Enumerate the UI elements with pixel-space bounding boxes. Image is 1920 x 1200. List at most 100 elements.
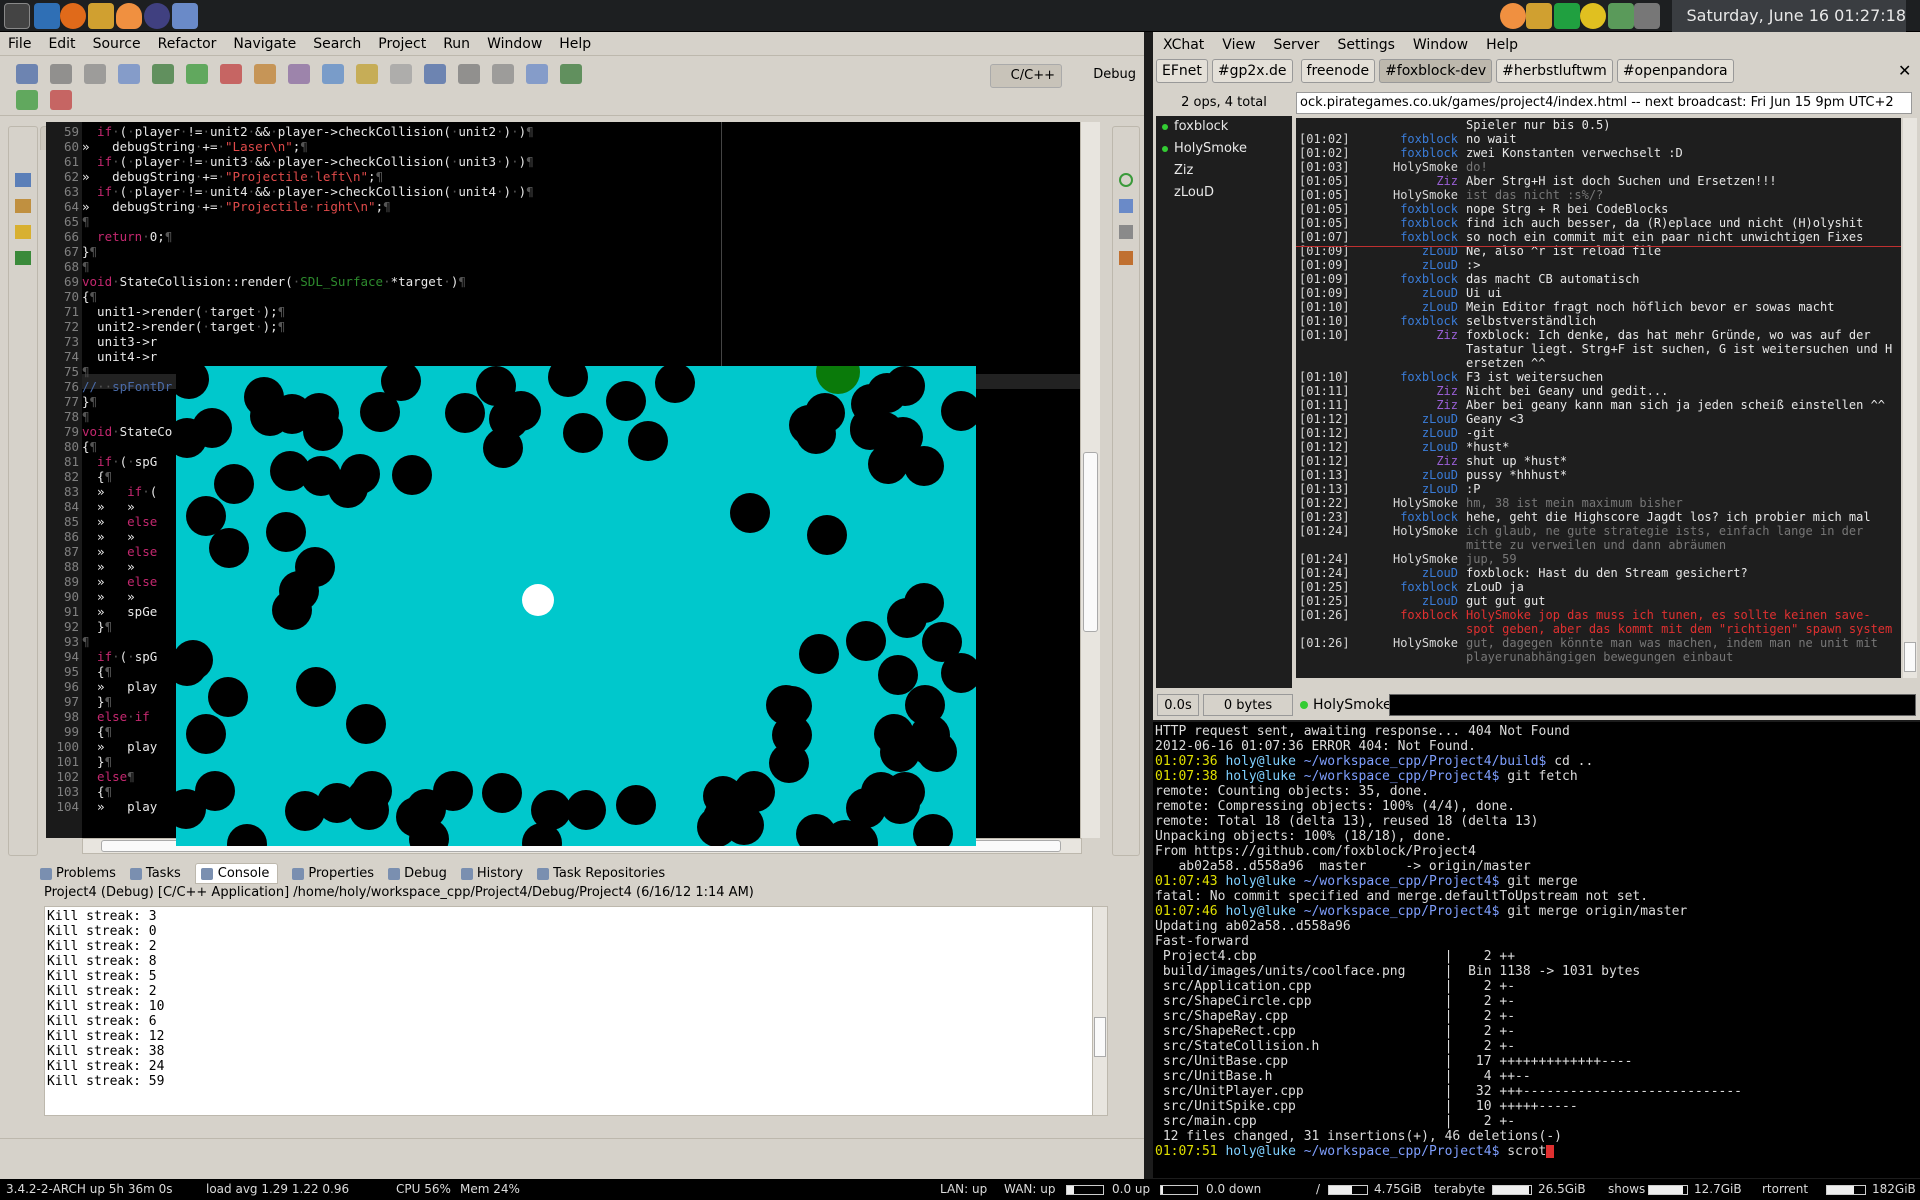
outline-view-icon[interactable] — [1119, 173, 1133, 187]
xchat-menu-help[interactable]: Help — [1486, 37, 1518, 53]
xchat-menu-xchat[interactable]: XChat — [1163, 37, 1204, 53]
menu-navigate[interactable]: Navigate — [233, 36, 296, 52]
types-icon[interactable] — [1119, 199, 1133, 213]
message-nick[interactable]: foxblock — [1348, 132, 1458, 146]
channel-tab-herbstluftwm[interactable]: #herbstluftwm — [1496, 59, 1613, 83]
search-icon[interactable] — [458, 64, 480, 84]
save-icon[interactable] — [50, 64, 72, 84]
message-nick[interactable]: foxblock — [1348, 202, 1458, 216]
menu-window[interactable]: Window — [487, 36, 542, 52]
make-targets-icon[interactable] — [15, 225, 31, 239]
new-file-icon[interactable] — [220, 64, 242, 84]
print-icon[interactable] — [118, 64, 140, 84]
message-nick[interactable]: foxblock — [1348, 314, 1458, 328]
message-nick[interactable]: HolySmoke — [1348, 160, 1458, 174]
xchat-menu-view[interactable]: View — [1222, 37, 1255, 53]
channel-topic[interactable]: ock.pirategames.co.uk/games/project4/ind… — [1296, 92, 1912, 114]
view-tab-history[interactable]: History — [460, 866, 523, 881]
user-list-item[interactable]: zLouD — [1156, 182, 1292, 204]
build-icon[interactable] — [15, 251, 31, 265]
new-class-icon[interactable] — [152, 64, 174, 84]
message-nick[interactable]: foxblock — [1348, 580, 1458, 594]
view-tab-properties[interactable]: Properties — [292, 866, 374, 881]
view-tab-task-repositories[interactable]: Task Repositories — [537, 866, 665, 881]
task-list-icon[interactable] — [1119, 225, 1133, 239]
tray-network-icon[interactable] — [1608, 3, 1634, 29]
message-nick[interactable]: zLouD — [1348, 440, 1458, 454]
console-scroll-thumb[interactable] — [1094, 1017, 1106, 1057]
user-list-item[interactable]: HolySmoke — [1156, 138, 1292, 160]
message-nick[interactable]: foxblock — [1348, 216, 1458, 230]
menu-edit[interactable]: Edit — [48, 36, 75, 52]
external-tools-icon[interactable] — [390, 64, 412, 84]
user-list[interactable]: foxblock HolySmoke Ziz zLouD — [1156, 116, 1292, 688]
message-nick[interactable]: foxblock — [1348, 510, 1458, 524]
message-nick[interactable]: zLouD — [1348, 594, 1458, 608]
xchat-launcher-icon[interactable] — [88, 3, 114, 29]
menu-help[interactable]: Help — [559, 36, 591, 52]
console-output[interactable]: Kill streak: 3 Kill streak: 0 Kill streak:… — [44, 906, 1096, 1116]
message-nick[interactable]: Ziz — [1348, 454, 1458, 468]
editor-vertical-scrollbar[interactable] — [1080, 122, 1100, 838]
menu-refactor[interactable]: Refactor — [158, 36, 217, 52]
message-nick[interactable]: foxblock — [1348, 230, 1458, 244]
chat-scroll-thumb[interactable] — [1904, 642, 1916, 672]
view-tab-problems[interactable]: Problems — [40, 866, 116, 881]
channel-tab-efnet[interactable]: EFnet — [1156, 59, 1208, 83]
message-nick[interactable]: zLouD — [1348, 566, 1458, 580]
terminal-launcher-icon[interactable] — [4, 3, 30, 29]
message-nick[interactable]: HolySmoke — [1348, 552, 1458, 566]
chat-scrollbar[interactable] — [1903, 118, 1917, 678]
forward-icon[interactable] — [50, 90, 72, 110]
pin-icon[interactable] — [492, 64, 514, 84]
message-input[interactable] — [1389, 694, 1916, 716]
chat-log[interactable]: Spieler nur bis 0.5) [01:02] foxblock no wa… — [1296, 118, 1901, 678]
new-folder-icon[interactable] — [186, 64, 208, 84]
message-nick[interactable]: foxblock — [1348, 146, 1458, 160]
message-nick[interactable]: HolySmoke — [1348, 496, 1458, 510]
message-nick[interactable]: zLouD — [1348, 258, 1458, 272]
tools-icon[interactable] — [1119, 251, 1133, 265]
message-nick[interactable]: HolySmoke — [1348, 188, 1458, 202]
channel-tab-freenode[interactable]: freenode — [1300, 59, 1376, 83]
open-type-icon[interactable] — [424, 64, 446, 84]
message-nick[interactable]: foxblock — [1348, 608, 1458, 622]
view-tab-tasks[interactable]: Tasks — [129, 866, 181, 881]
tray-xchat-icon[interactable] — [1526, 3, 1552, 29]
message-nick[interactable]: Ziz — [1348, 328, 1458, 342]
terminal[interactable]: HTTP request sent, awaiting response... … — [1153, 722, 1920, 1178]
back-icon[interactable] — [16, 90, 38, 110]
debug-icon[interactable] — [356, 64, 378, 84]
message-nick[interactable]: Ziz — [1348, 384, 1458, 398]
vlc-launcher-icon[interactable] — [116, 3, 142, 29]
view-tab-console[interactable]: Console — [194, 862, 279, 884]
message-nick[interactable]: foxblock — [1348, 272, 1458, 286]
build-all-icon[interactable] — [288, 64, 310, 84]
tray-volume-icon[interactable] — [1634, 3, 1660, 29]
message-nick[interactable]: zLouD — [1348, 482, 1458, 496]
menu-file[interactable]: File — [8, 36, 31, 52]
editor-scroll-thumb[interactable] — [1083, 452, 1098, 632]
xchat-menu-settings[interactable]: Settings — [1337, 37, 1394, 53]
perspective-cpp-button[interactable]: C/C++ — [989, 64, 1062, 88]
message-nick[interactable]: zLouD — [1348, 426, 1458, 440]
xchat-menu-server[interactable]: Server — [1274, 37, 1320, 53]
firefox-launcher-icon[interactable] — [60, 3, 86, 29]
message-nick[interactable]: foxblock — [1348, 370, 1458, 384]
channel-tab-openpandora[interactable]: #openpandora — [1616, 59, 1734, 83]
eclipse-launcher-icon[interactable] — [144, 3, 170, 29]
console-scrollbar[interactable] — [1092, 906, 1108, 1116]
clock[interactable]: Saturday, June 16 01:27:18 — [1672, 0, 1906, 32]
outline-icon[interactable] — [15, 199, 31, 213]
tray-star-icon[interactable] — [1580, 3, 1606, 29]
menu-source[interactable]: Source — [93, 36, 141, 52]
user-list-item[interactable]: Ziz — [1156, 160, 1292, 182]
previous-annotation-icon[interactable] — [560, 64, 582, 84]
run-icon[interactable] — [322, 64, 344, 84]
message-nick[interactable]: zLouD — [1348, 300, 1458, 314]
message-nick[interactable]: Ziz — [1348, 398, 1458, 412]
menu-project[interactable]: Project — [378, 36, 426, 52]
refresh-icon[interactable] — [254, 64, 276, 84]
tray-vlc-icon[interactable] — [1500, 3, 1526, 29]
file-manager-launcher-icon[interactable] — [172, 3, 198, 29]
